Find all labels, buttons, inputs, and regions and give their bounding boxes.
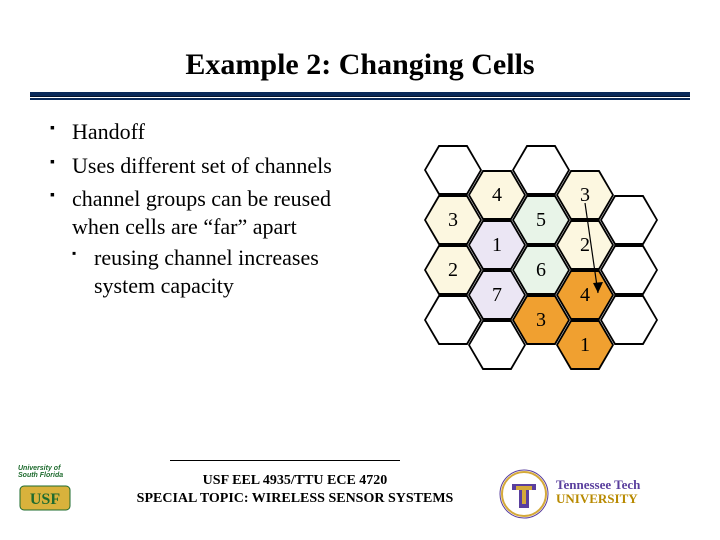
hex-label: 1 xyxy=(470,222,524,268)
ttu-line1: Tennessee Tech xyxy=(556,477,640,492)
hex-label: 2 xyxy=(426,247,480,293)
bullet-3-text: channel groups can be reused when cells … xyxy=(72,186,331,239)
footer-rule xyxy=(170,460,400,461)
footer-line2: SPECIAL TOPIC: WIRELESS SENSOR SYSTEMS xyxy=(137,491,454,506)
slide: Example 2: Changing Cells Handoff Uses d… xyxy=(0,0,720,540)
footer-line1: USF EEL 4935/TTU ECE 4720 xyxy=(203,473,388,488)
footer-text: USF EEL 4935/TTU ECE 4720 SPECIAL TOPIC:… xyxy=(110,472,480,507)
bullet-1: Handoff xyxy=(50,118,360,146)
ttu-logo xyxy=(498,468,550,520)
usf-logo-icon: USF xyxy=(18,480,78,516)
ttu-logo-icon xyxy=(498,468,550,520)
bullet-2: Uses different set of channels xyxy=(50,152,360,180)
hex-label: 5 xyxy=(514,197,568,243)
hex-diagram: 4 3 3 5 1 2 2 6 7 4 3 1 xyxy=(380,145,700,445)
svg-text:USF: USF xyxy=(30,491,60,508)
hex-label: 3 xyxy=(514,297,568,343)
hex-label: 4 xyxy=(470,172,524,218)
usf-line2: South Florida xyxy=(18,472,63,479)
hex-label: 1 xyxy=(558,322,612,368)
slide-title: Example 2: Changing Cells xyxy=(0,48,720,82)
hex-label: 4 xyxy=(558,272,612,318)
bullet-3: channel groups can be reused when cells … xyxy=(50,185,360,299)
hex-label: 6 xyxy=(514,247,568,293)
hex-label: 3 xyxy=(426,197,480,243)
hex-label: 3 xyxy=(558,172,612,218)
hex-label: 2 xyxy=(558,222,612,268)
bullet-3a: reusing channel increases system capacit… xyxy=(72,244,360,299)
title-underline xyxy=(30,92,690,100)
ttu-text: Tennessee Tech UNIVERSITY xyxy=(556,478,640,507)
ttu-line2: UNIVERSITY xyxy=(556,491,638,506)
body-text: Handoff Uses different set of channels c… xyxy=(50,118,360,305)
usf-logo: University of South Florida USF xyxy=(18,465,108,523)
hex-label: 7 xyxy=(470,272,524,318)
usf-line1: University of xyxy=(18,465,60,472)
